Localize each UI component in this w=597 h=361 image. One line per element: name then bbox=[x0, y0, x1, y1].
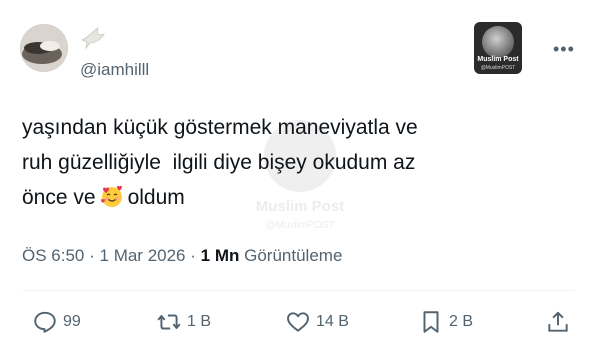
smiling-face-with-hearts-icon bbox=[100, 185, 122, 207]
tweet-date[interactable]: 1 Mar 2026 bbox=[100, 246, 186, 265]
retweet-count: 1 B bbox=[187, 313, 212, 330]
views-label: Görüntüleme bbox=[244, 246, 343, 265]
watermark-subtitle: @MuslimPOST bbox=[265, 220, 335, 231]
avatar[interactable] bbox=[20, 24, 68, 72]
share-button[interactable] bbox=[545, 308, 576, 336]
tweet-meta: ÖS 6:50 · 1 Mar 2026 · 1 Mn Görüntüleme bbox=[22, 246, 342, 266]
badge-subtitle: @MuslimPOST bbox=[480, 65, 516, 71]
tweet-line: önce ve bbox=[22, 186, 96, 209]
avatar-image bbox=[20, 24, 68, 72]
reply-icon bbox=[34, 311, 56, 333]
bookmark-button[interactable]: 2 B bbox=[418, 308, 473, 336]
tweet-line: oldum bbox=[127, 186, 185, 209]
reply-button[interactable]: 99 bbox=[32, 308, 81, 336]
tweet-line: ruh güzelliğiyle ilgili diye bişey okudu… bbox=[22, 151, 416, 174]
tweet-text: yaşından küçük göstermek maneviyatla ve … bbox=[22, 110, 562, 215]
like-button[interactable]: 14 B bbox=[285, 308, 349, 336]
author-handle[interactable]: @iamhilll bbox=[80, 60, 149, 80]
bookmark-count: 2 B bbox=[449, 313, 474, 330]
share-icon bbox=[548, 311, 568, 332]
heart-icon bbox=[287, 312, 309, 332]
retweet-icon bbox=[157, 314, 181, 330]
tweet-line: yaşından küçük göstermek maneviyatla ve bbox=[22, 116, 418, 139]
meta-separator: · bbox=[190, 246, 196, 265]
divider bbox=[22, 290, 575, 291]
reply-count: 99 bbox=[63, 313, 81, 330]
like-count: 14 B bbox=[316, 313, 349, 330]
badge-portrait bbox=[482, 26, 514, 58]
tweet-time[interactable]: ÖS 6:50 bbox=[22, 246, 84, 265]
meta-separator: · bbox=[89, 246, 95, 265]
badge-title: Muslim Post bbox=[477, 56, 519, 63]
bookmark-icon bbox=[423, 311, 439, 333]
dove-emoji-icon bbox=[80, 27, 105, 50]
retweet-button[interactable]: 1 B bbox=[156, 308, 211, 336]
more-options-icon[interactable]: ••• bbox=[553, 40, 575, 58]
views-count: 1 Mn bbox=[200, 246, 240, 265]
muslim-post-badge: Muslim Post @MuslimPOST bbox=[474, 22, 522, 74]
